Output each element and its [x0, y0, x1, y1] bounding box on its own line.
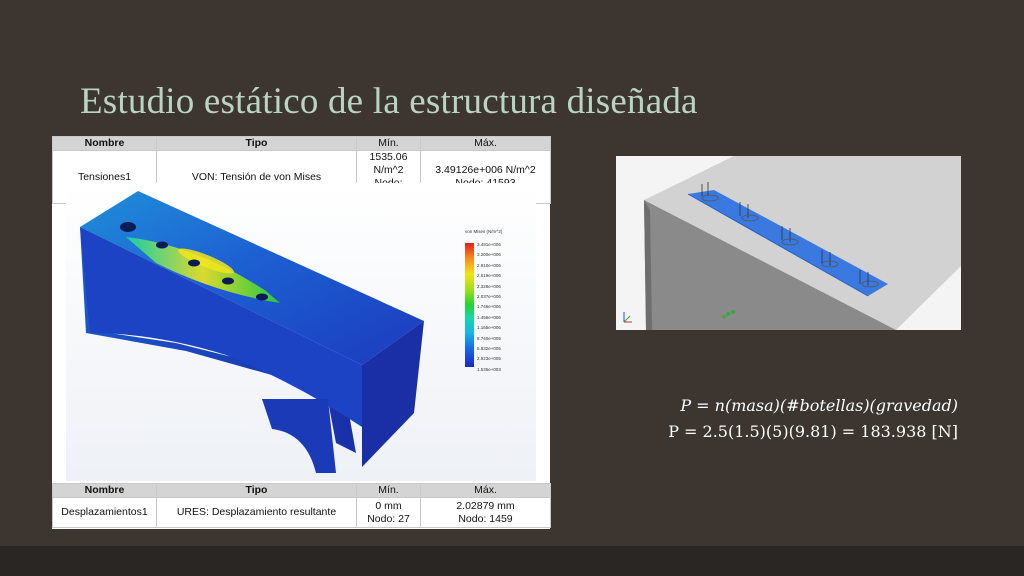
study-type: URES: Desplazamiento resultante [156, 497, 357, 528]
min-value: 0 mm [375, 499, 402, 512]
formula-weight-calculation: P = 2.5(1.5)(5)(9.81) = 183.938 [N] [668, 422, 958, 441]
model-leg [262, 399, 336, 473]
legend-title: von Mises (N/m^2) [465, 229, 503, 234]
header-tipo: Tipo [156, 483, 357, 498]
legend-values: 3.491e+006 3.200e+006 2.910e+006 2.619e+… [477, 240, 517, 375]
legend-value: 1.535e+003 [477, 366, 501, 372]
legend-value: 5.832e+005 [477, 345, 501, 351]
legend-value: 2.619e+006 [477, 273, 501, 279]
header-nombre: Nombre [52, 136, 157, 151]
color-scale-bar [465, 243, 474, 367]
max-cell: 2.02879 mm Nodo: 1459 [420, 497, 551, 528]
study-name: Desplazamientos1 [52, 497, 157, 528]
formula-weight-definition: P = n(masa)(#botellas)(gravedad) [680, 396, 958, 415]
header-nombre: Nombre [52, 483, 157, 498]
min-cell: 0 mm Nodo: 27 [356, 497, 421, 528]
table-header-row: Nombre Tipo Mín. Máx. [52, 136, 551, 151]
hole [156, 241, 168, 249]
legend-value: 3.200e+006 [477, 252, 501, 258]
hole [120, 222, 136, 232]
hole [222, 277, 234, 285]
table-header-row: Nombre Tipo Mín. Máx. [52, 483, 551, 498]
fixture-load-model [616, 156, 961, 330]
header-max: Máx. [420, 483, 551, 498]
legend-value: 2.923e+005 [477, 356, 501, 362]
header-min: Mín. [356, 136, 421, 151]
max-value: 3.49126e+006 N/m^2 [435, 164, 536, 176]
slide-title: Estudio estático de la estructura diseña… [80, 81, 698, 122]
legend-value: 3.491e+006 [477, 242, 501, 247]
min-node: Nodo: 27 [367, 512, 410, 525]
slide-bottom-bar [0, 546, 1024, 576]
legend-value: 2.910e+006 [477, 262, 501, 268]
legend-value: 1.456e+006 [477, 314, 501, 320]
table-row: Desplazamientos1 URES: Desplazamiento re… [52, 497, 551, 528]
simulation-results-panel: Nombre Tipo Mín. Máx. Tensiones1 VON: Te… [52, 136, 551, 529]
load-setup-image [616, 156, 961, 330]
min-value: 1535.06 N/m^2 [369, 151, 408, 176]
max-value: 2.02879 mm [456, 499, 515, 512]
legend-value: 8.740e+005 [477, 335, 501, 341]
legend-value: 1.165e+006 [477, 325, 501, 331]
legend-value: 2.037e+006 [477, 293, 501, 299]
hole [188, 259, 200, 267]
legend-value: 1.746e+006 [477, 304, 501, 310]
header-min: Mín. [356, 483, 421, 498]
header-tipo: Tipo [156, 136, 357, 151]
max-node: Nodo: 1459 [458, 512, 513, 525]
header-max: Máx. [420, 136, 551, 151]
hole [256, 293, 268, 301]
displacement-results-table: Nombre Tipo Mín. Máx. Desplazamientos1 U… [52, 483, 551, 528]
legend-value: 2.328e+006 [477, 283, 501, 289]
